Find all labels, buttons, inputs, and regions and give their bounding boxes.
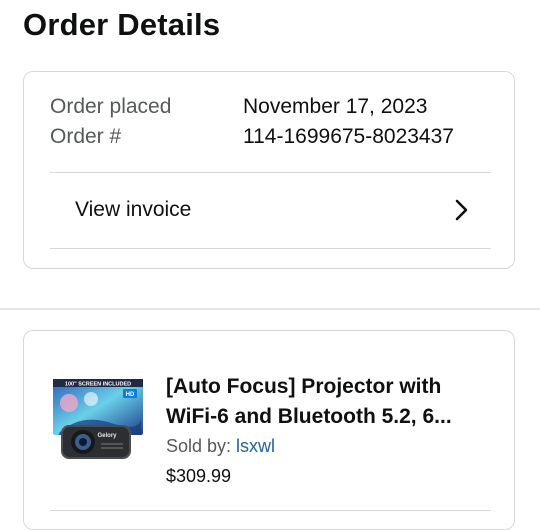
- item-price: $309.99: [166, 466, 232, 486]
- order-placed-label: Order placed: [50, 95, 172, 118]
- product-title-line-2: WiFi-6 and Bluetooth 5.2, 6...: [166, 405, 452, 428]
- product-image-brand-text: Gelory: [97, 433, 117, 439]
- product-title[interactable]: [Auto Focus] Projector with WiFi-6 and B…: [166, 372, 496, 432]
- order-number-label: Order #: [50, 125, 122, 148]
- projector-product-image[interactable]: 100" SCREEN INCLUDED HD Gelory: [51, 373, 145, 467]
- page-title: Order Details: [23, 7, 221, 42]
- product-image-hd-text: HD: [126, 392, 135, 398]
- seller-link[interactable]: lsxwl: [236, 436, 275, 456]
- sold-by: Sold by: lsxwl: [166, 434, 275, 458]
- order-item-card: 100" SCREEN INCLUDED HD Gelory [Auto Foc…: [23, 330, 515, 530]
- divider: [50, 510, 491, 511]
- order-placed-value: November 17, 2023: [243, 95, 428, 118]
- divider: [50, 248, 491, 249]
- chevron-right-icon: [455, 199, 468, 221]
- view-invoice-label: View invoice: [75, 198, 192, 221]
- order-number-value: 114-1699675-8023437: [243, 125, 454, 148]
- product-image-banner-text: 100" SCREEN INCLUDED: [65, 382, 131, 388]
- product-title-line-1: [Auto Focus] Projector with: [166, 375, 442, 398]
- order-summary-card: Order placed November 17, 2023 Order # 1…: [23, 71, 515, 269]
- view-invoice-button[interactable]: View invoice: [50, 173, 491, 248]
- section-separator: [0, 308, 540, 310]
- sold-by-label: Sold by:: [166, 436, 237, 456]
